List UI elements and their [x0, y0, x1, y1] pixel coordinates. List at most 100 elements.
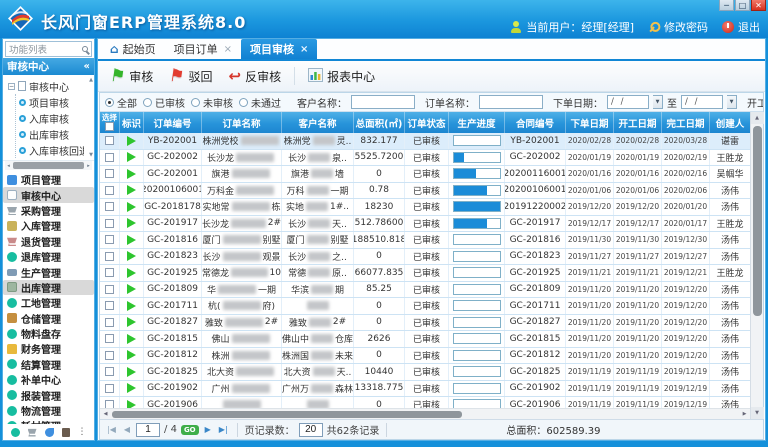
sidebar-item-reorder[interactable]: 补单中心 — [3, 372, 94, 387]
row-checkbox[interactable] — [105, 235, 114, 244]
table-row[interactable]: GC-201812株洲株洲国未来0已审核GC-2018122019/11/202… — [100, 348, 750, 365]
scroll-down-icon[interactable]: ▼ — [751, 407, 764, 419]
row-checkbox[interactable] — [105, 367, 114, 376]
scrollbar-thumb[interactable] — [13, 162, 84, 169]
tab-close-icon[interactable]: × — [224, 44, 232, 55]
vertical-scrollbar[interactable]: ▲ ▼ — [750, 112, 763, 419]
swoosh-icon[interactable] — [45, 428, 54, 437]
table-row[interactable]: GC-201816厦门别墅厦门别墅188510.818已审核GC-2018162… — [100, 232, 750, 249]
scrollbar-thumb[interactable] — [753, 126, 762, 316]
table-row[interactable]: GC-201809华一期华滨期85.25已审核GC-2018092019/11/… — [100, 282, 750, 299]
tree-node[interactable]: 入库审核回退 — [19, 142, 84, 158]
table-row[interactable]: GC-2018178实地常栋实地1#..18230已审核201912200022… — [100, 199, 750, 216]
table-row[interactable]: GC-201823长沙观景长沙之..0已审核GC-2018232019/11/2… — [100, 249, 750, 266]
filter-radio[interactable]: 全部 — [105, 95, 137, 110]
sidebar-item-audit-center[interactable]: 审核中心 — [3, 187, 94, 202]
row-checkbox[interactable] — [105, 219, 114, 228]
row-checkbox[interactable] — [105, 186, 114, 195]
horizontal-scrollbar[interactable]: ◀ ▶ — [100, 408, 750, 419]
table-row[interactable]: 20200106001万科金万科一期0.78已审核202001060012020… — [100, 183, 750, 200]
tree-node[interactable]: 入库审核 — [19, 110, 84, 126]
sidebar-item-logistics[interactable]: 物流管理 — [3, 403, 94, 418]
filter-radio[interactable]: 已审核 — [143, 95, 185, 110]
table-row[interactable]: GC-201815佛山佛山中仓库2626已审核GC-2018152019/11/… — [100, 331, 750, 348]
change-password-button[interactable]: 修改密码 — [648, 19, 708, 35]
page-number-input[interactable] — [136, 423, 160, 437]
row-checkbox[interactable] — [105, 202, 114, 211]
sidebar-item-return-goods[interactable]: 退货管理 — [3, 234, 94, 249]
table-row[interactable]: GC-201711杭(府)0已审核GC-2017112019/11/202019… — [100, 298, 750, 315]
page-size-input[interactable] — [299, 423, 323, 437]
sidebar-item-inbound[interactable]: 入库管理 — [3, 218, 94, 233]
tree-horizontal-scrollbar[interactable]: ◂ ▸ — [5, 161, 92, 170]
scroll-down-icon[interactable]: ▼ — [89, 152, 93, 158]
filter-radio[interactable]: 未通过 — [239, 95, 281, 110]
select-all-checkbox[interactable] — [105, 122, 114, 131]
scroll-right-icon[interactable]: ▶ — [740, 411, 749, 417]
table-row[interactable]: GC-201925常德龙10常德原..266077.835..已审核GC-201… — [100, 265, 750, 282]
last-page-button[interactable]: ▶| — [217, 425, 230, 434]
table-row[interactable]: GC-201902广州广州万森林13318.775已审核GC-201902201… — [100, 381, 750, 398]
collapse-icon[interactable]: « — [84, 61, 90, 72]
tree-vertical-scroll[interactable]: ▲ ▼ — [89, 77, 93, 158]
chevron-down-icon[interactable]: ▼ — [727, 95, 737, 109]
table-row[interactable]: GC-2019060已审核GC-2019062019/11/192019/11/… — [100, 397, 750, 408]
sidebar-item-warehouse[interactable]: 仓储管理 — [3, 311, 94, 326]
scroll-left-icon[interactable]: ◂ — [5, 163, 12, 169]
sidebar-item-purchase[interactable]: 采购管理 — [3, 203, 94, 218]
sidebar-item-inventory[interactable]: 物料盘存 — [3, 326, 94, 341]
scroll-up-icon[interactable]: ▲ — [751, 112, 764, 124]
row-checkbox[interactable] — [105, 400, 114, 408]
sidebar-search-input[interactable]: 功能列表 — [5, 41, 92, 57]
close-button[interactable]: ✕ — [751, 0, 766, 11]
order-date-to-input[interactable]: / / — [681, 95, 723, 109]
prev-page-button[interactable]: ◀ — [122, 425, 132, 434]
unapprove-button[interactable]: ↩反审核 — [224, 66, 287, 87]
sidebar-item-return-stock[interactable]: 退库管理 — [3, 249, 94, 264]
row-checkbox[interactable] — [105, 268, 114, 277]
minimize-button[interactable]: ─ — [719, 0, 734, 11]
reports-button[interactable]: 报表中心 — [303, 66, 380, 87]
row-checkbox[interactable] — [105, 351, 114, 360]
tab-home[interactable]: ⌂起始页 — [101, 39, 165, 59]
scrollbar-thumb[interactable] — [112, 411, 462, 418]
tree-node[interactable]: 项目审核 — [19, 94, 84, 110]
tab-orders[interactable]: 项目订单× — [165, 39, 241, 59]
row-checkbox[interactable] — [105, 153, 114, 162]
tree-collapse-icon[interactable]: − — [8, 83, 15, 90]
sidebar-item-production[interactable]: 生产管理 — [3, 264, 94, 279]
table-row[interactable]: GC-202001旗港旗港墙0已审核202001160012020/01/162… — [100, 166, 750, 183]
scroll-left-icon[interactable]: ◀ — [101, 411, 110, 417]
sidebar-item-settlement[interactable]: 结算管理 — [3, 357, 94, 372]
row-checkbox[interactable] — [105, 169, 114, 178]
order-name-input[interactable] — [479, 95, 543, 109]
table-row[interactable]: GC-201917长沙龙2#长沙天..8512.78600..已审核GC-201… — [100, 216, 750, 233]
row-checkbox[interactable] — [105, 318, 114, 327]
row-checkbox[interactable] — [105, 136, 114, 145]
tree-node[interactable]: 出库审核 — [19, 126, 84, 142]
approve-button[interactable]: ⚑审核 — [105, 66, 158, 87]
row-checkbox[interactable] — [105, 301, 114, 310]
teal-dot-icon[interactable] — [11, 428, 20, 437]
table-row[interactable]: GC-201825北大资北大资天..10440已审核GC-2018252019/… — [100, 364, 750, 381]
tab-audit[interactable]: 项目审核× — [241, 39, 317, 59]
scroll-right-icon[interactable]: ▸ — [85, 163, 92, 169]
cart-icon[interactable] — [28, 428, 37, 437]
go-button[interactable]: GO — [181, 425, 199, 435]
tab-close-icon[interactable]: × — [300, 44, 308, 55]
tree-root[interactable]: − 审核中心 — [8, 78, 84, 94]
table-row[interactable]: GC-202002长沙龙长沙泉..65525.7200..已审核GC-20200… — [100, 150, 750, 167]
sidebar-item-install[interactable]: 报装管理 — [3, 387, 94, 402]
table-row[interactable]: YB-202001株洲党校株洲党灵..832.177已审核YB-20200120… — [100, 133, 750, 150]
row-checkbox[interactable] — [105, 334, 114, 343]
book-icon[interactable] — [62, 428, 70, 437]
sidebar-item-worksite[interactable]: 工地管理 — [3, 295, 94, 310]
customer-name-input[interactable] — [351, 95, 415, 109]
logout-button[interactable]: 退出 — [722, 19, 760, 35]
sidebar-item-finance[interactable]: 财务管理 — [3, 341, 94, 356]
chevron-down-icon[interactable]: ▼ — [653, 95, 663, 109]
row-checkbox[interactable] — [105, 285, 114, 294]
row-checkbox[interactable] — [105, 384, 114, 393]
order-date-from-input[interactable]: / / — [607, 95, 649, 109]
filter-radio[interactable]: 未审核 — [191, 95, 233, 110]
